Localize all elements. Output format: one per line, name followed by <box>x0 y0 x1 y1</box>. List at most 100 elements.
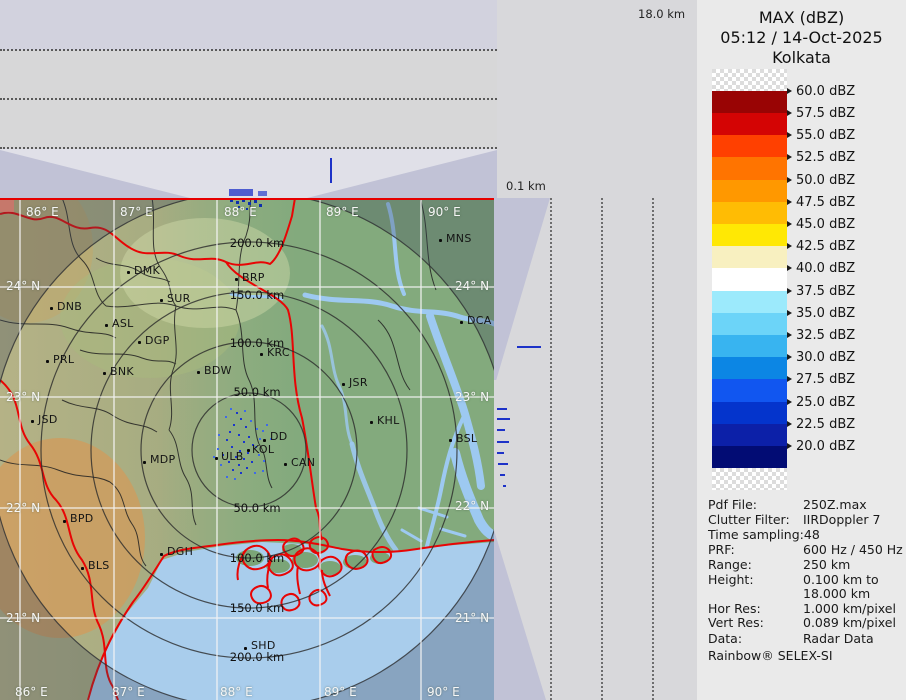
station-label-can: CAN <box>291 456 316 469</box>
station-label-prl: PRL <box>53 353 75 366</box>
meta-row-hor-res: Hor Res: 1.000 km/pixel <box>708 601 896 616</box>
tick-arrow-icon <box>787 110 792 116</box>
echo-side-panel <box>497 452 504 454</box>
station-dot <box>342 383 345 386</box>
color-band <box>712 69 787 91</box>
legend-entry: 45.0 dBZ <box>787 217 855 232</box>
lon-label-top-86e: 86° E <box>26 205 59 219</box>
station-label-jsr: JSR <box>349 376 368 389</box>
station-label-brp: BRP <box>242 271 265 284</box>
echo-side-panel <box>498 463 508 465</box>
side-panel-gridline <box>601 198 603 700</box>
station-dot <box>244 647 247 650</box>
top-panel-gridline <box>0 98 497 100</box>
echo-top-panel <box>258 191 267 196</box>
station-label-ulb: ULB <box>221 450 244 463</box>
color-band <box>712 446 787 468</box>
station-label-bnk: BNK <box>110 365 134 378</box>
echo-column-top-panel <box>330 158 332 183</box>
tick-arrow-icon <box>787 265 792 271</box>
radar-site-name: Kolkata <box>772 48 831 67</box>
blind-cone-wedge-side-bottom <box>494 530 546 700</box>
meta-row-time-sampling: Time sampling:48 <box>708 527 820 542</box>
ring-label-50-top: 50.0 km <box>233 385 281 399</box>
station-label-bpd: BPD <box>70 512 94 525</box>
lon-label-bottom-87e: 87° E <box>112 685 145 699</box>
product-title: MAX (dBZ) <box>758 8 845 27</box>
station-label-dd: DD <box>270 430 288 443</box>
color-band <box>712 157 787 180</box>
color-band <box>712 246 787 268</box>
top-panel-height-axis-label: 18.0 km <box>638 7 686 21</box>
tick-arrow-icon <box>787 376 792 382</box>
echo-side-panel <box>497 418 510 420</box>
legend-entry: 37.5 dBZ <box>787 284 855 299</box>
color-band <box>712 180 787 202</box>
legend-entry: 40.0 dBZ <box>787 261 855 276</box>
station-dot <box>370 421 373 424</box>
echo-side-panel <box>497 408 507 410</box>
color-band <box>712 402 787 424</box>
color-band <box>712 91 787 113</box>
top-panel-upper-band <box>0 0 497 50</box>
tick-arrow-icon <box>787 88 792 94</box>
color-band <box>712 291 787 313</box>
ring-label-50-bottom: 50.0 km <box>233 501 281 515</box>
legend-entry: 22.5 dBZ <box>787 417 855 432</box>
color-band <box>712 313 787 335</box>
echo-side-panel <box>500 474 505 476</box>
station-label-mdp: MDP <box>150 453 176 466</box>
station-label-krc: KRC <box>267 346 290 359</box>
side-panel-height-axis-label: 0.1 km <box>506 179 546 193</box>
legend-entry: 20.0 dBZ <box>787 439 855 454</box>
station-dot <box>160 553 163 556</box>
color-band <box>712 424 787 446</box>
color-band <box>712 135 787 157</box>
color-band <box>712 468 787 490</box>
meta-row-prf: PRF: 600 Hz / 450 Hz <box>708 542 903 557</box>
ring-label-200-bottom: 200.0 km <box>229 650 285 664</box>
tick-arrow-icon <box>787 177 792 183</box>
legend-entry: 50.0 dBZ <box>787 173 855 188</box>
station-dot <box>81 567 84 570</box>
top-panel-gridline <box>0 49 497 51</box>
map-top-border <box>0 198 494 200</box>
radar-application-window: { "panels": { "top_height_label": "18.0 … <box>0 0 906 700</box>
tick-arrow-icon <box>787 288 792 294</box>
station-dot <box>460 321 463 324</box>
legend-entry: 35.0 dBZ <box>787 306 855 321</box>
meta-row-pdf-file: Pdf File: 250Z.max <box>708 497 867 512</box>
station-dot <box>63 520 66 523</box>
ring-label-100-bottom: 100.0 km <box>229 551 285 565</box>
legend-entry: 47.5 dBZ <box>787 195 855 210</box>
station-dot <box>260 353 263 356</box>
echo-side-panel <box>497 441 509 443</box>
blind-cone-wedge-side-top <box>494 198 550 380</box>
color-band <box>712 357 787 379</box>
lon-label-bottom-89e: 89° E <box>324 685 357 699</box>
station-dot <box>284 463 287 466</box>
lat-label-right-23n: 23° N <box>455 390 490 404</box>
tick-arrow-icon <box>787 332 792 338</box>
lon-label-bottom-90e: 90° E <box>427 685 460 699</box>
tick-arrow-icon <box>787 421 792 427</box>
color-band <box>712 202 787 224</box>
station-dot <box>439 239 442 242</box>
tick-arrow-icon <box>787 399 792 405</box>
meta-row-range: Range: 250 km <box>708 557 851 572</box>
station-dot <box>103 372 106 375</box>
product-datetime: 05:12 / 14-Oct-2025 <box>720 28 883 47</box>
echo-top-panel <box>229 189 253 196</box>
station-label-khl: KHL <box>377 414 400 427</box>
station-dot <box>143 461 146 464</box>
legend-entry: 32.5 dBZ <box>787 328 855 343</box>
station-label-dgh: DGH <box>167 545 194 558</box>
echo-side-panel <box>517 346 541 348</box>
lon-label-top-87e: 87° E <box>120 205 153 219</box>
tick-arrow-icon <box>787 243 792 249</box>
station-label-kol: KOL <box>252 443 275 456</box>
legend-entry: 60.0 dBZ <box>787 84 855 99</box>
station-dot <box>105 324 108 327</box>
side-panel-gridline <box>550 198 552 700</box>
station-dot <box>263 439 266 442</box>
